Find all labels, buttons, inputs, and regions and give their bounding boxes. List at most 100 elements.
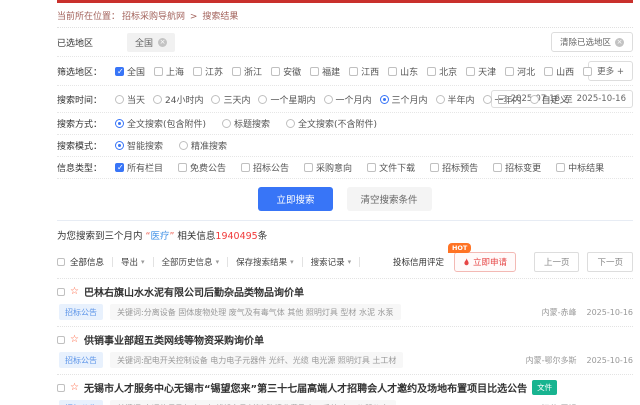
result-title[interactable]: 供销事业部超五类网线等物资采购询价单 [84,332,264,347]
save-results-menu-label: 保存搜索结果 [236,256,287,268]
next-page-button[interactable]: 下一页 [587,252,633,272]
filter-option-label: 山东 [400,65,418,78]
radio-control[interactable] [115,95,124,104]
radio-control[interactable] [483,95,492,104]
filter-option[interactable]: 招标公告 [241,161,289,174]
radio-control[interactable] [115,119,124,128]
filter-option[interactable]: 福建 [310,65,340,78]
prev-page-button[interactable]: 上一页 [534,252,580,272]
checkbox-control[interactable] [115,163,124,172]
select-all-checkbox[interactable] [57,258,65,266]
filter-option[interactable]: 全国 [115,65,145,78]
checkbox-control[interactable] [193,67,202,76]
checkbox-control[interactable] [493,163,502,172]
checkbox-control[interactable] [430,163,439,172]
filter-option[interactable]: 河北 [505,65,535,78]
date-range-input[interactable]: 2025-07-16 至 2025-10-16 [491,90,633,108]
filter-option[interactable]: 智能搜索 [115,139,163,152]
radio-control[interactable] [530,95,539,104]
checkbox-control[interactable] [556,163,565,172]
result-checkbox[interactable] [57,288,65,296]
result-checkbox[interactable] [57,384,65,392]
filter-option[interactable]: 当天 [115,93,145,106]
filter-option[interactable]: 山东 [388,65,418,78]
checkbox-control[interactable] [427,67,436,76]
result-item: ☆ 无锡市人才服务中心无锡市“锡望您来”第三十七届高端人才招聘会人才邀约及场地布置… [57,375,633,405]
apply-now-button[interactable]: 立即申请 [454,252,516,272]
radio-control[interactable] [380,95,389,104]
result-title[interactable]: 无锡市人才服务中心无锡市“锡望您来”第三十七届高端人才招聘会人才邀约及场地布置项… [84,380,527,395]
result-keywords: 关键词:配电开关控制设备 电力电子元器件 光纤、光缆 电光源 照明灯具 土工材 [110,352,403,368]
result-checkbox[interactable] [57,336,65,344]
radio-control[interactable] [324,95,333,104]
radio-control[interactable] [258,95,267,104]
remove-region-icon[interactable]: × [158,38,167,47]
filter-option-label: 北京 [439,65,457,78]
filter-option[interactable]: 三天内 [211,93,250,106]
checkbox-control[interactable] [583,67,592,76]
filter-option[interactable]: 精准搜索 [179,139,227,152]
radio-control[interactable] [153,95,162,104]
radio-control[interactable] [115,141,124,150]
checkbox-control[interactable] [544,67,553,76]
checkbox-control[interactable] [466,67,475,76]
toolbar-separator [112,257,113,267]
history-menu[interactable]: 全部历史信息 ▾ [162,256,220,268]
checkbox-control[interactable] [304,163,313,172]
filter-option[interactable]: 一个星期内 [258,93,315,106]
checkbox-control[interactable] [271,67,280,76]
checkbox-control[interactable] [367,163,376,172]
selected-region-chip[interactable]: 全国 × [127,33,175,52]
clear-regions-button[interactable]: 清除已选地区 × [551,32,633,52]
checkbox-control[interactable] [241,163,250,172]
checkbox-control[interactable] [310,67,319,76]
breadcrumb-site-link[interactable]: 招标采购导航网 [122,12,185,22]
checkbox-control[interactable] [154,67,163,76]
filter-option[interactable]: 招标变更 [493,161,541,174]
radio-control[interactable] [436,95,445,104]
more-regions-button[interactable]: 更多 + [588,61,633,81]
filter-option[interactable]: 24小时内 [153,93,203,106]
filter-option[interactable]: 标题搜索 [222,117,270,130]
export-menu[interactable]: 导出 ▾ [121,256,145,268]
filter-option[interactable]: 浙江 [232,65,262,78]
checkbox-control[interactable] [388,67,397,76]
filter-option[interactable]: 江西 [349,65,379,78]
result-title[interactable]: 巴林右旗山水水泥有限公司后勤杂品类物品询价单 [84,284,304,299]
filter-option[interactable]: 采购意向 [304,161,352,174]
filter-option[interactable]: 安徽 [271,65,301,78]
filter-option[interactable]: 招标预告 [430,161,478,174]
search-record-menu[interactable]: 搜索记录 ▾ [311,256,352,268]
filter-option[interactable]: 上海 [154,65,184,78]
filter-option[interactable]: 所有栏目 [115,161,163,174]
checkbox-control[interactable] [505,67,514,76]
filter-option[interactable]: 三个月内 [380,93,428,106]
favorite-star-icon[interactable]: ☆ [70,287,79,297]
favorite-star-icon[interactable]: ☆ [70,335,79,345]
filter-option[interactable]: 天津 [466,65,496,78]
favorite-star-icon[interactable]: ☆ [70,383,79,393]
filter-option[interactable]: 山西 [544,65,574,78]
filter-option[interactable]: 江苏 [193,65,223,78]
filter-option[interactable]: 免费公告 [178,161,226,174]
filter-option[interactable]: 全文搜索(包含附件) [115,117,206,130]
checkbox-control[interactable] [349,67,358,76]
filter-option[interactable]: 文件下载 [367,161,415,174]
result-meta-row: 招标公告关键词:分离设备 固体废物处理 废气及有毒气体 其他 照明灯具 型材 水… [59,304,633,320]
radio-control[interactable] [286,119,295,128]
save-results-menu[interactable]: 保存搜索结果 ▾ [236,256,294,268]
search-button[interactable]: 立即搜索 [258,187,332,211]
radio-control[interactable] [222,119,231,128]
filter-option[interactable]: 北京 [427,65,457,78]
clear-conditions-button[interactable]: 清空搜索条件 [347,187,432,211]
checkbox-control[interactable] [115,67,124,76]
radio-control[interactable] [211,95,220,104]
checkbox-control[interactable] [178,163,187,172]
filter-option[interactable]: 全文搜索(不含附件) [286,117,377,130]
checkbox-control[interactable] [232,67,241,76]
toolbar-separator [153,257,154,267]
filter-option[interactable]: 一个月内 [324,93,372,106]
filter-option[interactable]: 半年内 [436,93,475,106]
radio-control[interactable] [179,141,188,150]
filter-option[interactable]: 中标结果 [556,161,604,174]
